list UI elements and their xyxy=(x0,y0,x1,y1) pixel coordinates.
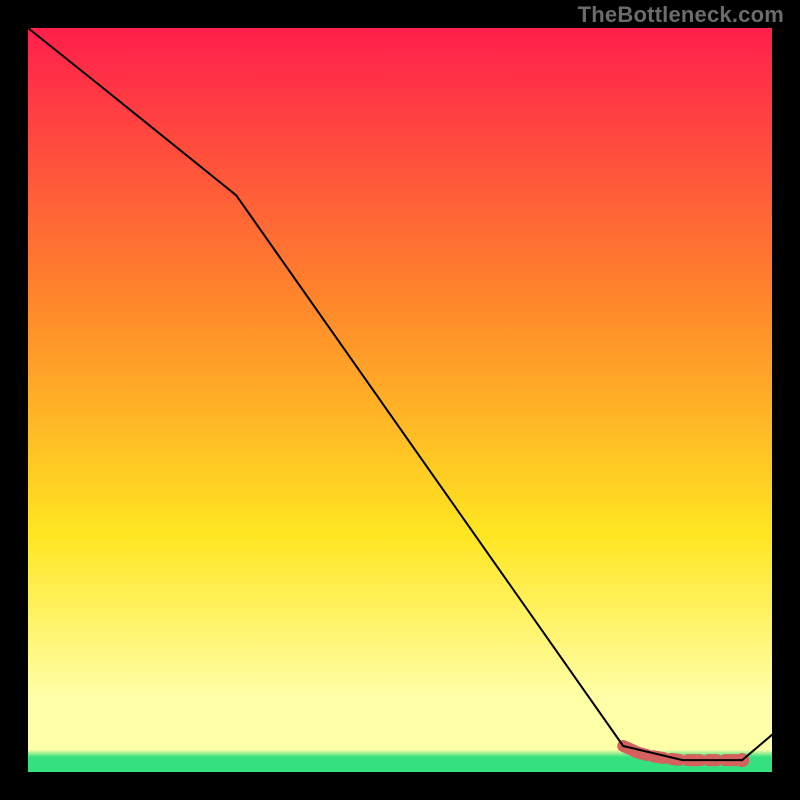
chart-frame: TheBottleneck.com xyxy=(0,0,800,800)
highlight-dash xyxy=(653,756,663,758)
highlight-dash xyxy=(641,753,647,755)
watermark-text: TheBottleneck.com xyxy=(578,2,784,28)
chart-svg xyxy=(28,28,772,772)
gradient-background xyxy=(28,28,772,772)
plot-area xyxy=(28,28,772,772)
